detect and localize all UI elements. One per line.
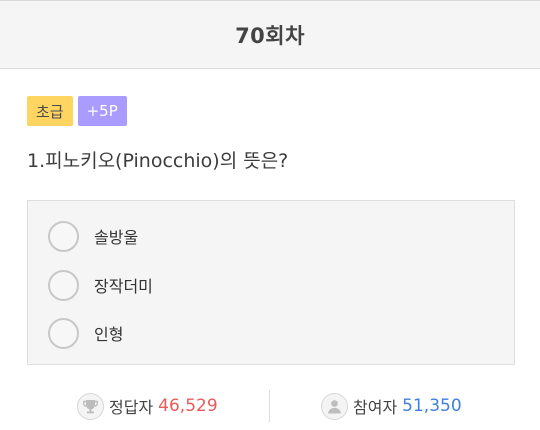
participants-count: 참여자 51,350 bbox=[321, 390, 462, 422]
answer-option-2[interactable]: 장작더미 bbox=[48, 268, 153, 302]
answer-options: 솔방울 장작더미 인형 bbox=[27, 200, 515, 365]
quiz-stats: 정답자 46,529 참여자 51,350 bbox=[0, 390, 540, 424]
radio-button-icon[interactable] bbox=[48, 317, 79, 349]
points-badge: +5P bbox=[77, 96, 127, 126]
question-text: 1.피노키오(Pinocchio)의 뜻은? bbox=[27, 150, 289, 172]
participants-value: 51,350 bbox=[402, 396, 462, 416]
correct-label: 정답자 bbox=[109, 398, 154, 417]
trophy-icon bbox=[77, 392, 104, 420]
answer-option-1[interactable]: 솔방울 bbox=[48, 219, 138, 253]
level-badge: 초급 bbox=[27, 96, 73, 126]
person-icon bbox=[321, 392, 348, 420]
correct-count: 정답자 46,529 bbox=[77, 390, 218, 422]
answer-option-3[interactable]: 인형 bbox=[48, 316, 123, 350]
correct-value: 46,529 bbox=[158, 396, 218, 416]
participants-label: 참여자 bbox=[353, 398, 398, 417]
answer-option-label: 장작더미 bbox=[94, 277, 153, 296]
answer-option-label: 솔방울 bbox=[94, 228, 139, 247]
radio-button-icon[interactable] bbox=[48, 269, 79, 301]
stats-divider bbox=[269, 390, 270, 422]
answer-option-label: 인형 bbox=[94, 325, 124, 344]
round-title: 70회차 bbox=[235, 23, 305, 48]
radio-button-icon[interactable] bbox=[48, 220, 79, 252]
quiz-header: 70회차 bbox=[0, 0, 540, 69]
badge-row: 초급 +5P bbox=[27, 96, 127, 126]
